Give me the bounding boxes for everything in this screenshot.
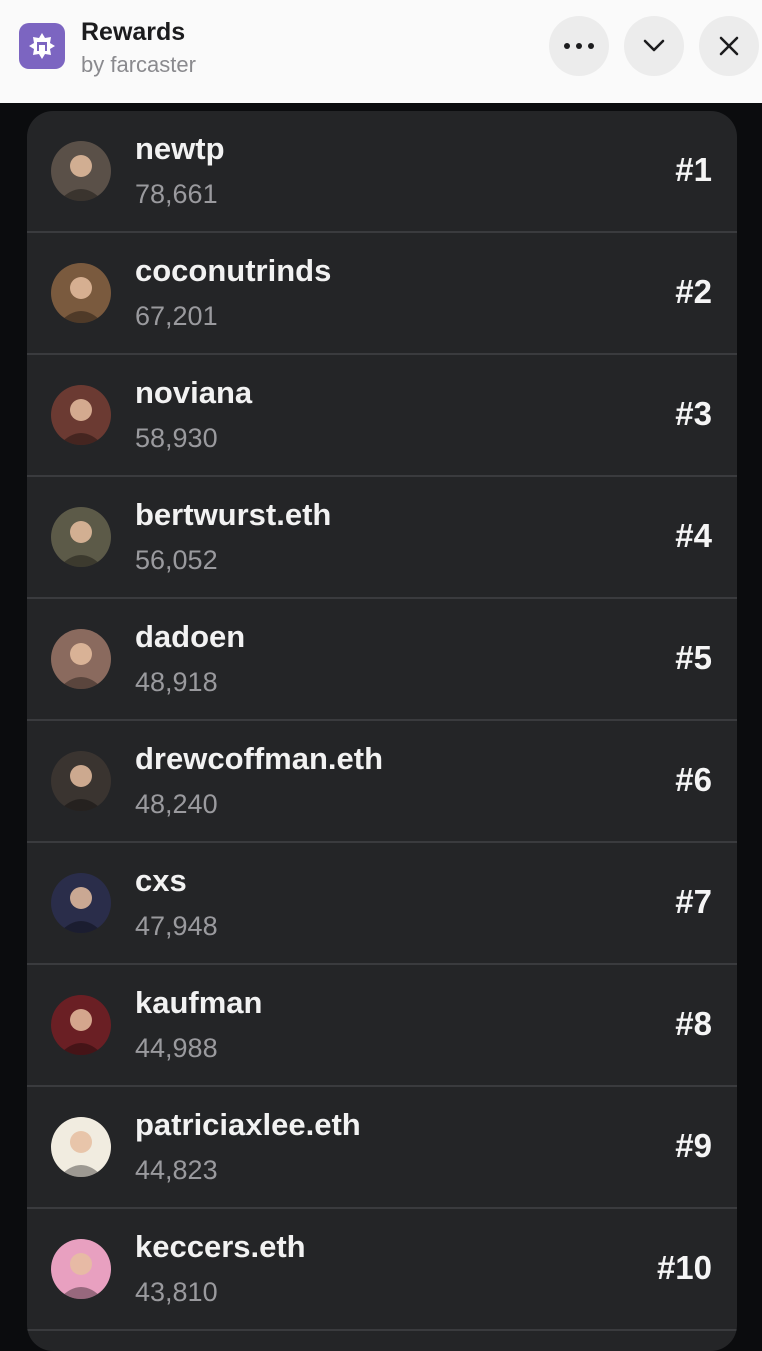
- username: bertwurst.eth: [135, 497, 332, 532]
- leaderboard-row[interactable]: drewcoffman.eth 48,240 #6: [27, 721, 737, 843]
- reward-score: 78,661: [135, 179, 218, 209]
- rank-label: #1: [675, 151, 712, 188]
- avatar: [51, 995, 111, 1055]
- username: patriciaxlee.eth: [135, 1107, 361, 1142]
- reward-score: 44,988: [135, 1033, 218, 1063]
- avatar: [51, 263, 111, 323]
- reward-score: 56,052: [135, 545, 218, 575]
- reward-score: 58,930: [135, 423, 218, 453]
- username: coconutrinds: [135, 253, 332, 288]
- rank-label: #4: [675, 517, 712, 554]
- reward-score: 67,201: [135, 301, 218, 331]
- more-icon: [564, 43, 594, 49]
- avatar: [51, 629, 111, 689]
- rank-label: #8: [675, 1005, 712, 1042]
- reward-score: 44,823: [135, 1155, 218, 1185]
- app-title: Rewards: [81, 18, 186, 46]
- avatar: [51, 1117, 111, 1177]
- leaderboard-list: newtp 78,661 #1 coconutrinds 67,201 #2 n…: [27, 111, 737, 1351]
- reward-score: 48,240: [135, 789, 218, 819]
- rank-label: #3: [675, 395, 712, 432]
- rank-label: #9: [675, 1127, 712, 1164]
- username: cxs: [135, 863, 187, 898]
- farcaster-app-icon: [19, 23, 65, 69]
- reward-score: 43,810: [135, 1277, 218, 1307]
- username: noviana: [135, 375, 253, 410]
- username: kaufman: [135, 985, 263, 1020]
- leaderboard-row[interactable]: kaufman 44,988 #8: [27, 965, 737, 1087]
- avatar: [51, 385, 111, 445]
- username: newtp: [135, 131, 225, 166]
- avatar: [51, 873, 111, 933]
- leaderboard-row[interactable]: dadoen 48,918 #5: [27, 599, 737, 721]
- leaderboard-row[interactable]: keccers.eth 43,810 #10: [27, 1209, 737, 1331]
- reward-score: 47,948: [135, 911, 218, 941]
- leaderboard-row[interactable]: patriciaxlee.eth 44,823 #9: [27, 1087, 737, 1209]
- leaderboard-row[interactable]: coconutrinds 67,201 #2: [27, 233, 737, 355]
- close-button[interactable]: [699, 16, 759, 76]
- rank-label: #2: [675, 273, 712, 310]
- avatar: [51, 507, 111, 567]
- more-button[interactable]: [549, 16, 609, 76]
- avatar: [51, 1239, 111, 1299]
- rank-label: #5: [675, 639, 712, 676]
- app-author: by farcaster: [81, 52, 196, 77]
- leaderboard-row[interactable]: noviana 58,930 #3: [27, 355, 737, 477]
- username: dadoen: [135, 619, 246, 654]
- close-icon: [719, 36, 739, 56]
- avatar: [51, 751, 111, 811]
- rank-label: #7: [675, 883, 712, 920]
- rank-label: #6: [675, 761, 712, 798]
- leaderboard-row[interactable]: bertwurst.eth 56,052 #4: [27, 477, 737, 599]
- rank-label: #10: [656, 1249, 712, 1286]
- mini-app-header: Rewards by farcaster: [0, 0, 762, 103]
- reward-score: 48,918: [135, 667, 218, 697]
- avatar: [51, 141, 111, 201]
- username: drewcoffman.eth: [135, 741, 384, 776]
- username: keccers.eth: [135, 1229, 306, 1264]
- leaderboard-row[interactable]: cxs 47,948 #7: [27, 843, 737, 965]
- leaderboard-row[interactable]: newtp 78,661 #1: [27, 111, 737, 233]
- collapse-button[interactable]: [624, 16, 684, 76]
- chevron-down-icon: [643, 39, 665, 52]
